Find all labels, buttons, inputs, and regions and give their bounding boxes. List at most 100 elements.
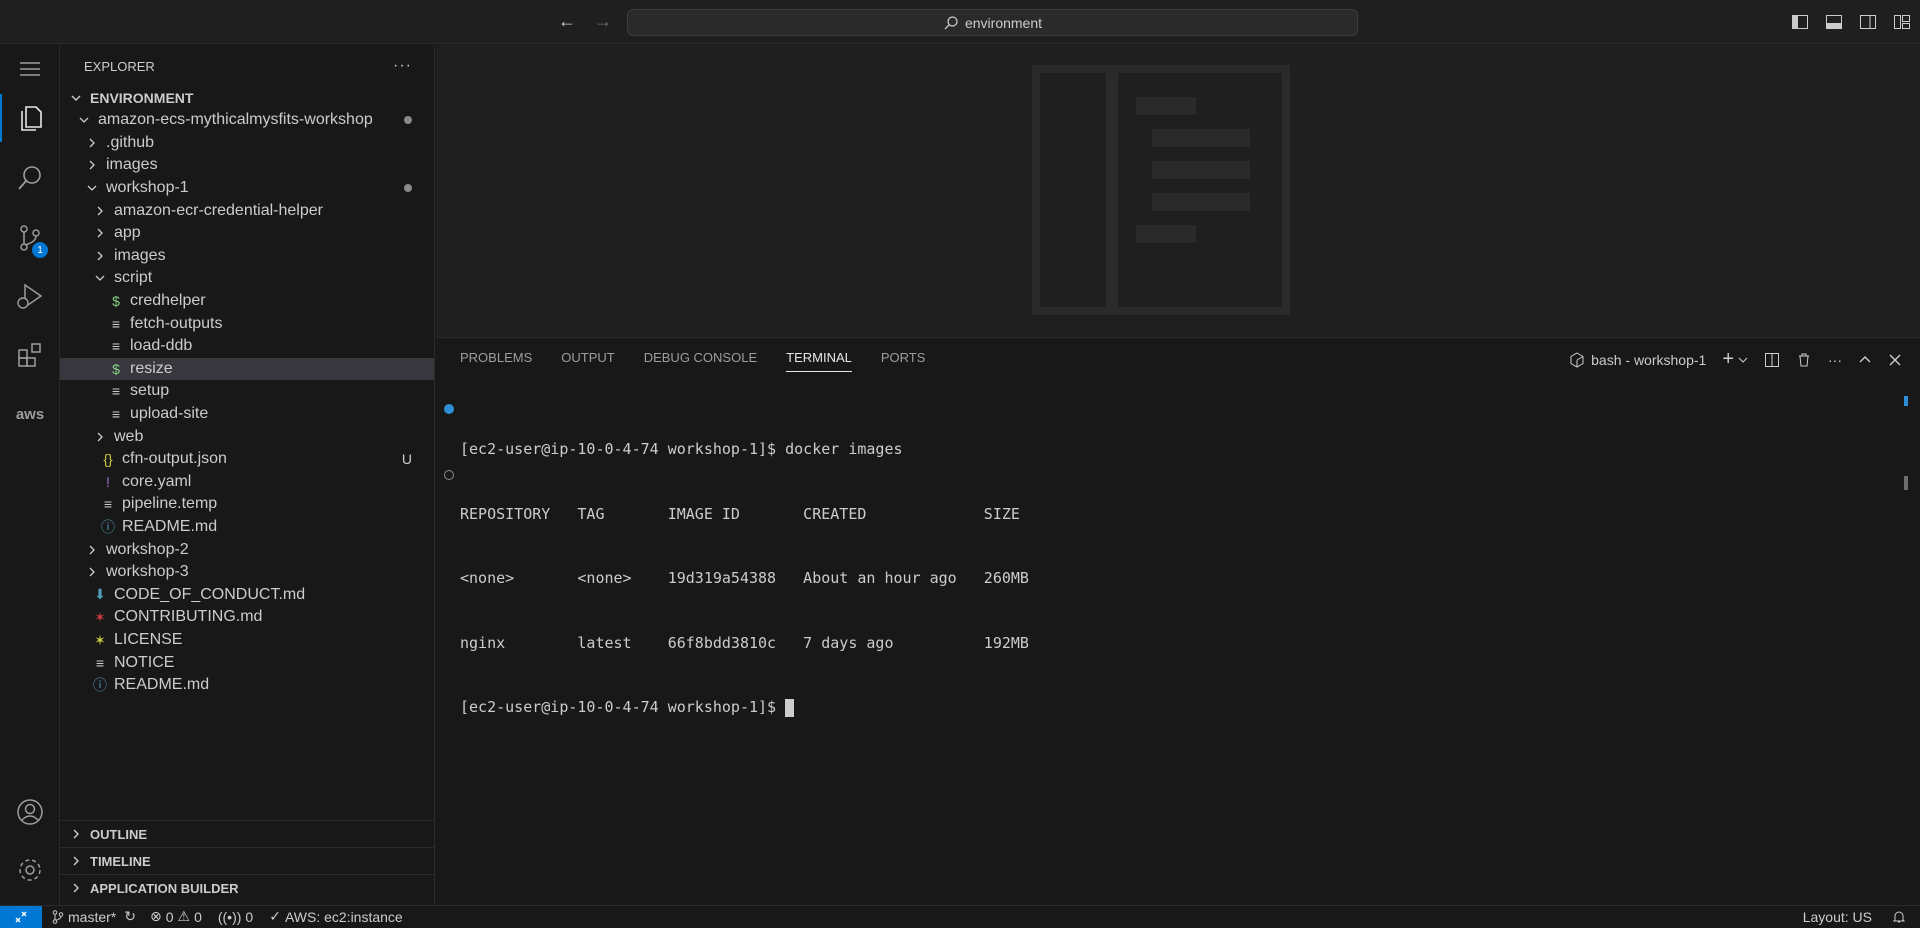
forward-arrow-icon[interactable]: → — [592, 10, 614, 32]
explorer-title: EXPLORER — [84, 58, 155, 74]
bottom-panel: PROBLEMS OUTPUT DEBUG CONSOLE TERMINAL PORTS… — [436, 337, 1920, 905]
new-terminal-button[interactable]: + — [1722, 348, 1748, 371]
tab-terminal[interactable]: TERMINAL — [786, 350, 852, 372]
terminal-selector[interactable]: bash - workshop-1 — [1569, 352, 1706, 368]
explorer-header: EXPLORER ··· — [60, 45, 434, 87]
account-icon — [17, 799, 43, 825]
tree-file[interactable]: ≡ upload-site — [60, 403, 434, 426]
tree-folder[interactable]: workshop-1 — [60, 177, 434, 200]
tree-item-label: script — [114, 269, 153, 287]
tree-folder[interactable]: amazon-ecr-credential-helper — [60, 199, 434, 222]
back-arrow-icon[interactable]: ← — [556, 10, 578, 32]
tree-folder[interactable]: images — [60, 245, 434, 268]
terminal-prompt-line: [ec2-user@ip-10-0-4-74 workshop-1]$ — [460, 697, 1029, 719]
customize-layout-icon[interactable] — [1892, 12, 1912, 32]
tree-item-label: workshop-3 — [106, 563, 189, 581]
explorer-view-button[interactable] — [0, 94, 60, 142]
tree-file[interactable]: ! core.yaml — [60, 471, 434, 494]
more-actions-icon[interactable]: ··· — [393, 57, 412, 75]
tree-folder[interactable]: script — [60, 267, 434, 290]
section-header-timeline[interactable]: TIMELINE — [60, 847, 434, 874]
terminal-name: bash - workshop-1 — [1591, 351, 1707, 368]
remote-indicator[interactable] — [0, 905, 42, 928]
tree-folder[interactable]: images — [60, 154, 434, 177]
accounts-button[interactable] — [0, 788, 60, 836]
tree-file[interactable]: $ credhelper — [60, 290, 434, 313]
maximize-panel-icon[interactable] — [1858, 353, 1872, 367]
ports-indicator[interactable]: ((•)) 0 — [218, 909, 253, 925]
notifications-bell-icon[interactable] — [1892, 910, 1906, 924]
more-actions-icon[interactable]: ··· — [1828, 352, 1842, 368]
toggle-panel-icon[interactable] — [1824, 12, 1844, 32]
tree-item-label: LICENSE — [114, 631, 183, 649]
info-file-icon: ⓘ — [93, 677, 107, 694]
trash-icon[interactable] — [1796, 352, 1812, 368]
tree-item-label: CODE_OF_CONDUCT.md — [114, 585, 306, 603]
chevron-right-icon — [68, 882, 84, 894]
close-icon[interactable] — [1888, 353, 1902, 367]
source-control-view-button[interactable]: 1 — [0, 214, 60, 262]
tree-file[interactable]: ≡ pipeline.temp — [60, 493, 434, 516]
branch-indicator[interactable]: master* ↻ — [52, 908, 136, 925]
environment-section-header[interactable]: ENVIRONMENT — [60, 87, 434, 109]
tree-item-label: app — [114, 224, 141, 242]
tree-file[interactable]: ⓘ README.md — [60, 516, 434, 539]
tab-problems[interactable]: PROBLEMS — [460, 350, 532, 372]
tree-file[interactable]: ✶ LICENSE — [60, 629, 434, 652]
tree-file[interactable]: ≡ load-ddb — [60, 335, 434, 358]
section-header-application-builder[interactable]: APPLICATION BUILDER — [60, 874, 434, 901]
command-pending-icon — [444, 470, 454, 480]
split-terminal-icon[interactable] — [1764, 352, 1780, 368]
tree-folder[interactable]: app — [60, 222, 434, 245]
tree-file[interactable]: ⬇ CODE_OF_CONDUCT.md — [60, 584, 434, 607]
tree-folder[interactable]: workshop-3 — [60, 561, 434, 584]
tree-file[interactable]: ≡ fetch-outputs — [60, 312, 434, 335]
terminal-output[interactable]: [ec2-user@ip-10-0-4-74 workshop-1]$ dock… — [460, 396, 1029, 762]
chevron-down-icon — [1738, 357, 1748, 363]
aws-toolkit-view-button[interactable]: aws — [0, 390, 60, 438]
tree-folder[interactable]: web — [60, 425, 434, 448]
explorer-sidebar: EXPLORER ··· ENVIRONMENT amazon-ecs-myth… — [60, 45, 435, 905]
status-bar-right: Layout: US — [1803, 909, 1906, 925]
tab-output[interactable]: OUTPUT — [561, 350, 614, 372]
terminal-scroll-thumb[interactable] — [1904, 476, 1908, 490]
warning-count: 0 — [194, 908, 202, 925]
chevron-right-icon — [84, 566, 100, 578]
terminal-line: <none> <none> 19d319a54388 About an hour… — [460, 569, 1029, 587]
toggle-secondary-sidebar-icon[interactable] — [1858, 12, 1878, 32]
tree-folder[interactable]: .github — [60, 132, 434, 155]
tree-file[interactable]: ≡ setup — [60, 380, 434, 403]
chevron-right-icon — [68, 855, 84, 867]
source-control-badge: 1 — [32, 242, 48, 258]
chevron-right-icon — [84, 159, 100, 171]
aws-connection-indicator[interactable]: ✓ AWS: ec2:instance — [269, 908, 403, 925]
tab-debug-console[interactable]: DEBUG CONSOLE — [644, 350, 757, 372]
git-status-badge: U — [401, 451, 412, 468]
tree-file[interactable]: $ resize — [60, 357, 434, 381]
text-file-icon: ≡ — [103, 496, 113, 513]
problems-indicator[interactable]: ⊗ 0 ⚠ 0 — [150, 908, 202, 925]
toggle-primary-sidebar-icon[interactable] — [1790, 12, 1810, 32]
tree-folder[interactable]: workshop-2 — [60, 538, 434, 561]
tab-ports[interactable]: PORTS — [881, 350, 926, 372]
tree-folder[interactable]: amazon-ecs-mythicalmysfits-workshop — [60, 109, 434, 132]
run-debug-icon — [17, 283, 43, 309]
text-file-icon: ≡ — [111, 315, 121, 332]
manage-button[interactable] — [0, 846, 60, 894]
menu-button[interactable] — [0, 45, 60, 93]
section-header-outline[interactable]: OUTLINE — [60, 820, 434, 847]
keyboard-layout[interactable]: Layout: US — [1803, 909, 1872, 925]
terminal-scrollbar[interactable] — [1904, 396, 1908, 406]
tree-file[interactable]: ⓘ README.md — [60, 674, 434, 697]
tree-file[interactable]: {} cfn-output.json U — [60, 448, 434, 471]
command-center-search[interactable]: environment — [627, 9, 1358, 36]
search-view-button[interactable] — [0, 154, 60, 202]
run-debug-view-button[interactable] — [0, 272, 60, 320]
tree-file[interactable]: ✶ CONTRIBUTING.md — [60, 606, 434, 629]
extensions-view-button[interactable] — [0, 331, 60, 379]
search-icon — [944, 15, 958, 29]
tree-file[interactable]: ≡ NOTICE — [60, 651, 434, 674]
section-label: APPLICATION BUILDER — [90, 880, 239, 896]
command-center-text: environment — [964, 14, 1043, 31]
sync-icon[interactable]: ↻ — [124, 908, 136, 925]
